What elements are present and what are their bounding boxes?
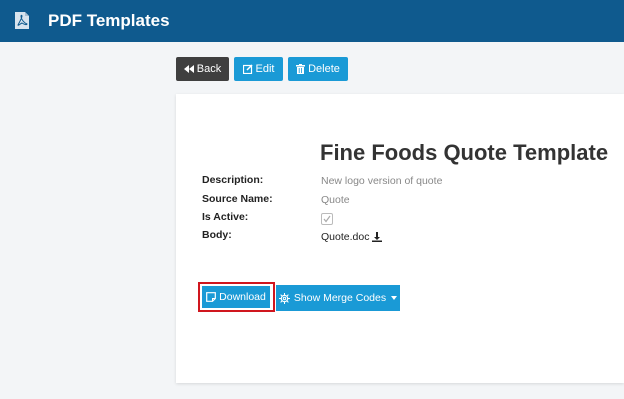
download-icon[interactable] xyxy=(372,232,383,242)
source-name-label: Source Name: xyxy=(202,193,273,205)
double-arrow-left-icon xyxy=(183,65,194,73)
is-active-label: Is Active: xyxy=(202,211,249,223)
edit-button-label: Edit xyxy=(255,63,275,75)
show-merge-codes-label: Show Merge Codes xyxy=(293,292,387,304)
delete-button[interactable]: Delete xyxy=(288,57,348,81)
body-value: Quote.doc xyxy=(321,231,383,243)
template-detail-card: Fine Foods Quote Template Description: N… xyxy=(176,94,624,383)
show-merge-codes-button[interactable]: Show Merge Codes xyxy=(276,285,400,311)
pdf-document-icon xyxy=(15,12,29,29)
description-label: Description: xyxy=(202,174,264,186)
edit-button[interactable]: Edit xyxy=(234,57,283,81)
page-title: PDF Templates xyxy=(48,11,170,30)
gear-icon xyxy=(278,292,290,304)
checkmark-icon xyxy=(323,215,331,223)
source-name-value: Quote xyxy=(321,194,350,206)
download-button[interactable]: Download xyxy=(202,286,270,308)
body-filename: Quote.doc xyxy=(321,231,370,243)
template-title: Fine Foods Quote Template xyxy=(320,140,609,165)
trash-icon xyxy=(296,64,306,74)
back-button-label: Back xyxy=(196,63,222,75)
app-header: PDF Templates xyxy=(0,0,624,42)
delete-button-label: Delete xyxy=(308,63,340,75)
file-icon xyxy=(206,292,217,302)
edit-icon xyxy=(242,64,253,74)
body-label: Body: xyxy=(202,229,232,241)
back-button[interactable]: Back xyxy=(176,57,229,81)
caret-down-icon xyxy=(391,296,398,300)
download-button-label: Download xyxy=(219,291,266,303)
description-value: New logo version of quote xyxy=(321,175,443,187)
is-active-checkbox xyxy=(321,213,333,225)
